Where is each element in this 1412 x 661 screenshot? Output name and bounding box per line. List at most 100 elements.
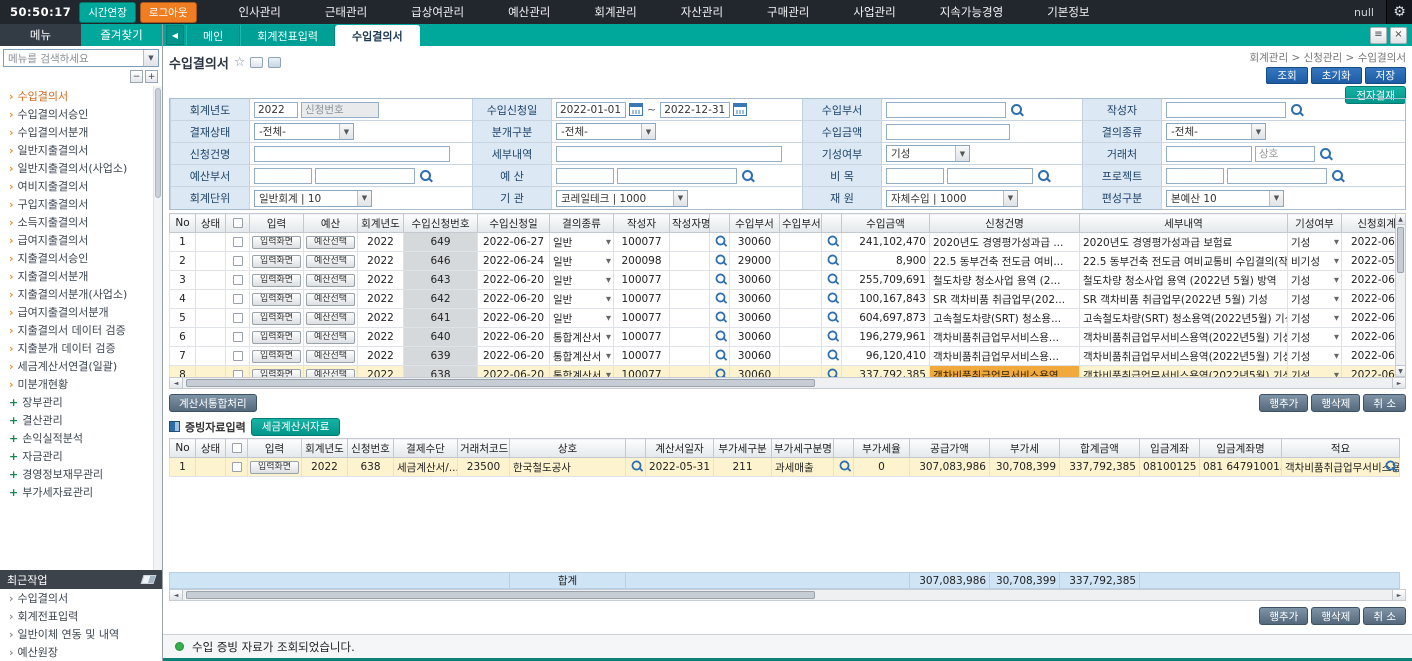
- filter-input[interactable]: [617, 168, 737, 184]
- scrollbar-thumb[interactable]: [186, 379, 815, 387]
- top-menu-item[interactable]: 기본정보: [1047, 4, 1089, 20]
- calendar-icon[interactable]: [629, 103, 643, 116]
- cell-complete[interactable]: 기성▼: [1288, 328, 1342, 347]
- sidebar-tab-menu[interactable]: 메뉴: [0, 24, 81, 46]
- filter-select[interactable]: 기성▼: [886, 145, 970, 162]
- search-icon[interactable]: [826, 234, 840, 248]
- save-button[interactable]: 저장: [1365, 67, 1406, 84]
- sidebar-tab-favorites[interactable]: 즐겨찾기: [81, 24, 162, 46]
- search-icon[interactable]: [826, 272, 840, 286]
- grid1-cancel-button[interactable]: 취 소: [1363, 394, 1406, 412]
- budget-open-button[interactable]: 예산선택: [306, 255, 355, 268]
- filter-input[interactable]: 상호: [1255, 146, 1315, 162]
- search-icon[interactable]: [1289, 102, 1304, 117]
- sidebar-group[interactable]: +부가세자료관리: [0, 483, 153, 501]
- top-menu-item[interactable]: 사업관리: [853, 4, 895, 20]
- top-menu-item[interactable]: 구매관리: [767, 4, 809, 20]
- sidebar-item[interactable]: ›구입지출결의서: [0, 195, 153, 213]
- cell-kind[interactable]: 일반▼: [550, 309, 614, 328]
- tab-scroll-left-button[interactable]: ◀: [166, 25, 184, 45]
- tax-invoice-button[interactable]: 세금계산서자료: [251, 418, 341, 436]
- select-all-checkbox[interactable]: [232, 443, 242, 453]
- top-menu-item[interactable]: 자산관리: [681, 4, 723, 20]
- cell-complete[interactable]: 비기성▼: [1288, 252, 1342, 271]
- filter-select[interactable]: -전체-▼: [254, 123, 354, 140]
- sidebar-scrollbar[interactable]: [153, 86, 162, 570]
- search-icon[interactable]: [714, 291, 728, 305]
- budget-open-button[interactable]: 예산선택: [306, 236, 355, 249]
- top-menu-item[interactable]: 인사관리: [239, 4, 281, 20]
- cell-kind[interactable]: 일반▼: [550, 233, 614, 252]
- filter-input[interactable]: [886, 102, 1006, 118]
- filter-input[interactable]: 신청번호: [301, 102, 379, 118]
- extend-time-button[interactable]: 시간연장: [79, 2, 136, 23]
- recent-item[interactable]: ›일반이체 연동 및 내역: [0, 625, 162, 643]
- input-open-button[interactable]: 입력화면: [252, 255, 301, 268]
- grid2-cancel-button[interactable]: 취 소: [1363, 607, 1406, 625]
- top-menu-item[interactable]: 예산관리: [508, 4, 550, 20]
- grid1-delete-row-button[interactable]: 행삭제: [1311, 394, 1360, 412]
- table-row[interactable]: 2입력화면예산선택20226462022-06-24일반▼20009829000…: [170, 252, 1396, 271]
- search-icon[interactable]: [714, 367, 728, 377]
- cell-kind[interactable]: 통합계산서▼: [550, 366, 614, 378]
- sidebar-item[interactable]: ›지출결의서분개(사업소): [0, 285, 153, 303]
- scroll-left-icon[interactable]: ◄: [170, 590, 183, 600]
- scroll-up-icon[interactable]: ▲: [1396, 214, 1405, 225]
- settings-button[interactable]: ⚙: [1386, 0, 1412, 24]
- scroll-down-icon[interactable]: ▼: [1396, 365, 1405, 376]
- search-icon[interactable]: [1009, 102, 1024, 117]
- sidebar-item[interactable]: ›일반지출결의서(사업소): [0, 159, 153, 177]
- sidebar-group[interactable]: +손익실적분석: [0, 429, 153, 447]
- filter-select[interactable]: 코레일테크 | 1000▼: [556, 190, 688, 207]
- search-icon[interactable]: [714, 329, 728, 343]
- budget-open-button[interactable]: 예산선택: [306, 274, 355, 287]
- input-open-button[interactable]: 입력화면: [250, 461, 299, 474]
- filter-input[interactable]: [556, 146, 782, 162]
- search-icon[interactable]: [740, 168, 755, 183]
- cell-complete[interactable]: 기성▼: [1288, 347, 1342, 366]
- search-icon[interactable]: [1330, 168, 1345, 183]
- search-icon[interactable]: [826, 367, 840, 377]
- date-input[interactable]: 2022-12-31: [660, 102, 730, 118]
- document-tab[interactable]: 회계전표입력: [240, 25, 335, 46]
- grid1-vertical-scrollbar[interactable]: ▲ ▼: [1395, 213, 1406, 377]
- sidebar-item[interactable]: ›지출분개 데이터 검증: [0, 339, 153, 357]
- scrollbar-track[interactable]: [1396, 225, 1405, 365]
- table-row[interactable]: 7입력화면예산선택20226392022-06-20통합계산서▼10007730…: [170, 347, 1396, 366]
- filter-input[interactable]: [315, 168, 415, 184]
- clear-recent-icon[interactable]: [141, 575, 157, 584]
- top-menu-item[interactable]: 지속가능경영: [940, 4, 1003, 20]
- row-checkbox[interactable]: [233, 237, 243, 247]
- search-icon[interactable]: [1318, 146, 1333, 161]
- filter-input[interactable]: [1166, 146, 1252, 162]
- cell-kind[interactable]: 통합계산서▼: [550, 347, 614, 366]
- invoice-merge-button[interactable]: 계산서통합처리: [169, 394, 257, 412]
- cell-kind[interactable]: 일반▼: [550, 290, 614, 309]
- input-open-button[interactable]: 입력화면: [252, 312, 301, 325]
- cell-kind[interactable]: 일반▼: [550, 271, 614, 290]
- sidebar-item[interactable]: ›일반지출결의서: [0, 141, 153, 159]
- cell-kind[interactable]: 일반▼: [550, 252, 614, 271]
- budget-open-button[interactable]: 예산선택: [306, 331, 355, 344]
- filter-select[interactable]: 자체수입 | 1000▼: [886, 190, 1018, 207]
- search-icon[interactable]: [630, 459, 644, 473]
- select-all-checkbox[interactable]: [233, 218, 243, 228]
- search-icon[interactable]: [418, 168, 433, 183]
- search-icon[interactable]: [826, 329, 840, 343]
- favorite-star-icon[interactable]: ☆: [234, 55, 246, 70]
- filter-input[interactable]: [886, 168, 944, 184]
- row-checkbox[interactable]: [232, 462, 242, 472]
- cell-complete[interactable]: 기성▼: [1288, 290, 1342, 309]
- budget-open-button[interactable]: 예산선택: [306, 312, 355, 325]
- sidebar-item[interactable]: ›수입결의서분개: [0, 123, 153, 141]
- filter-select[interactable]: -전체-▼: [556, 123, 656, 140]
- sidebar-item[interactable]: ›여비지출결의서: [0, 177, 153, 195]
- cell-complete[interactable]: 기성▼: [1288, 366, 1342, 378]
- input-open-button[interactable]: 입력화면: [252, 293, 301, 306]
- top-menu-item[interactable]: 급상여관리: [411, 4, 464, 20]
- table-row[interactable]: 4입력화면예산선택20226422022-06-20일반▼10007730060…: [170, 290, 1396, 309]
- row-checkbox[interactable]: [233, 370, 243, 377]
- top-menu-item[interactable]: 회계관리: [594, 4, 636, 20]
- filter-input[interactable]: [1166, 168, 1224, 184]
- chevron-down-icon[interactable]: ▼: [143, 50, 158, 66]
